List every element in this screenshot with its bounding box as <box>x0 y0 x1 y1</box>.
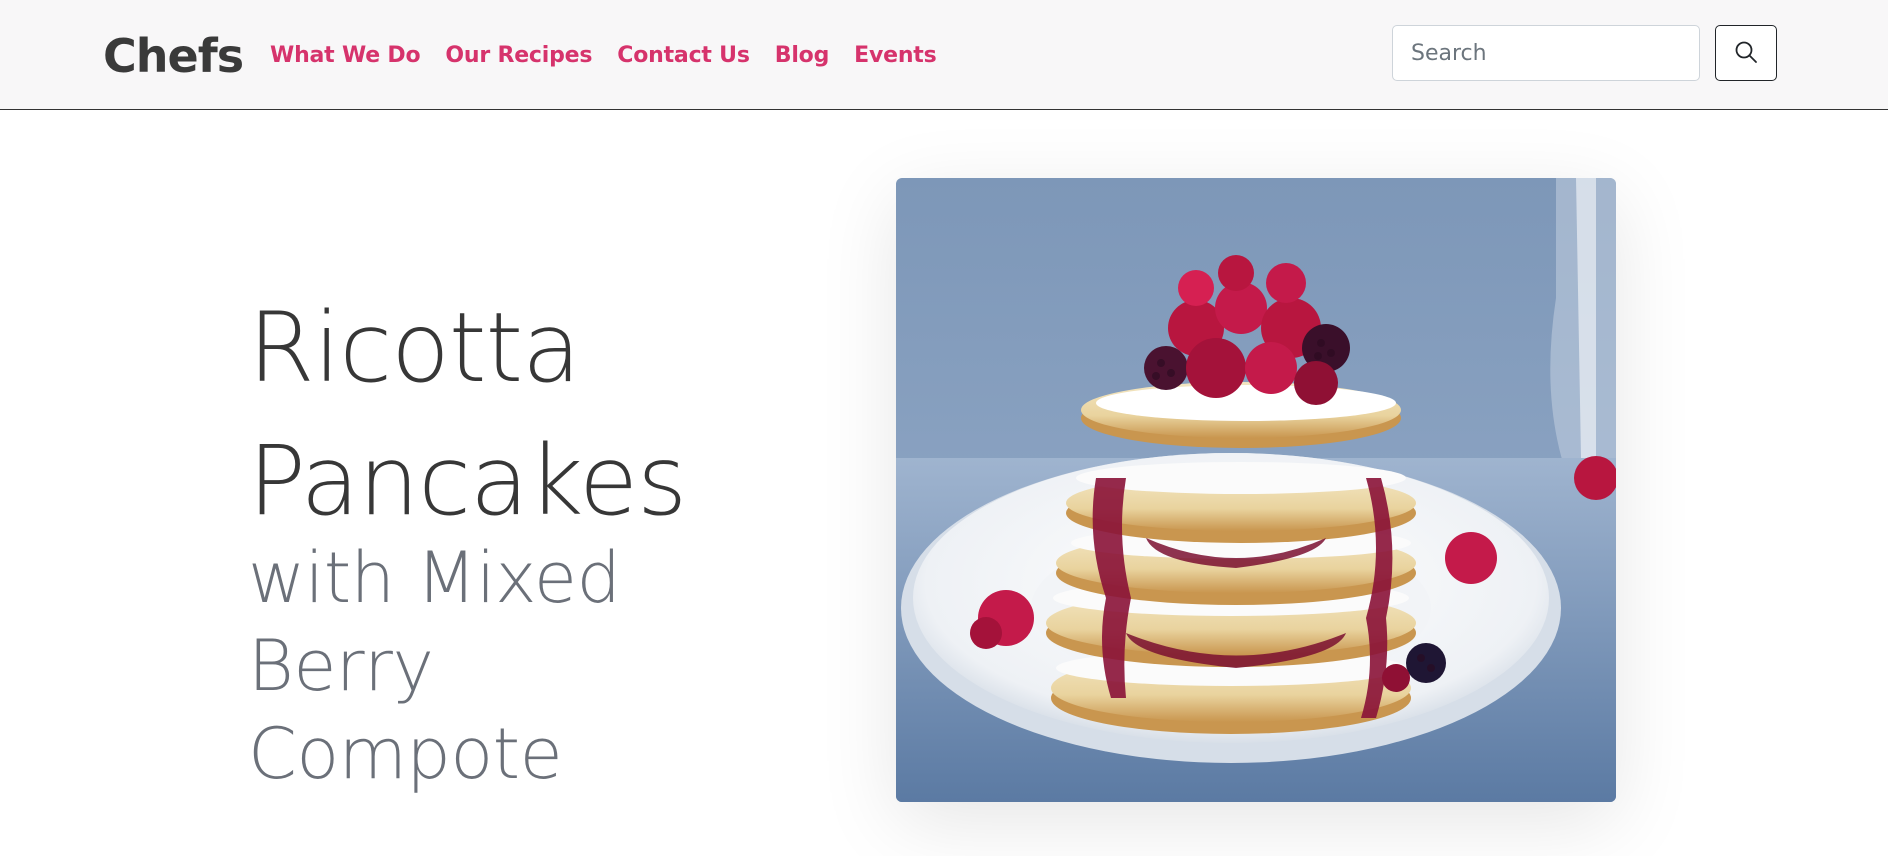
recipe-title: Ricotta Pancakes <box>248 282 808 548</box>
nav-link-blog[interactable]: Blog <box>775 43 830 68</box>
brand-logo[interactable]: Chefs <box>103 26 244 86</box>
nav-link-what-we-do[interactable]: What We Do <box>270 43 421 68</box>
recipe-subtitle: with Mixed Berry Compote <box>248 534 808 798</box>
navbar: Chefs What We Do Our Recipes Contact Us … <box>0 0 1888 110</box>
nav-item-events: Events <box>854 39 937 73</box>
nav-item-contact-us: Contact Us <box>617 39 750 73</box>
nav-item-blog: Blog <box>775 39 830 73</box>
pancake-photo <box>896 178 1616 802</box>
nav-link-our-recipes[interactable]: Our Recipes <box>445 43 592 68</box>
nav-link-events[interactable]: Events <box>854 43 937 68</box>
recipe-title-line1: Ricotta <box>248 292 581 404</box>
search-icon <box>1734 40 1758 67</box>
recipe-subtitle-line1: with Mixed Berry <box>248 537 621 707</box>
recipe-subtitle-line2: Compote <box>248 713 563 795</box>
nav-item-our-recipes: Our Recipes <box>445 39 592 73</box>
nav-menu: What We Do Our Recipes Contact Us Blog E… <box>270 39 937 73</box>
recipe-title-line2: Pancakes <box>248 425 687 537</box>
nav-link-contact-us[interactable]: Contact Us <box>617 43 750 68</box>
nav-item-what-we-do: What We Do <box>270 39 421 73</box>
search-button[interactable] <box>1715 25 1777 81</box>
search-input[interactable] <box>1392 25 1700 81</box>
